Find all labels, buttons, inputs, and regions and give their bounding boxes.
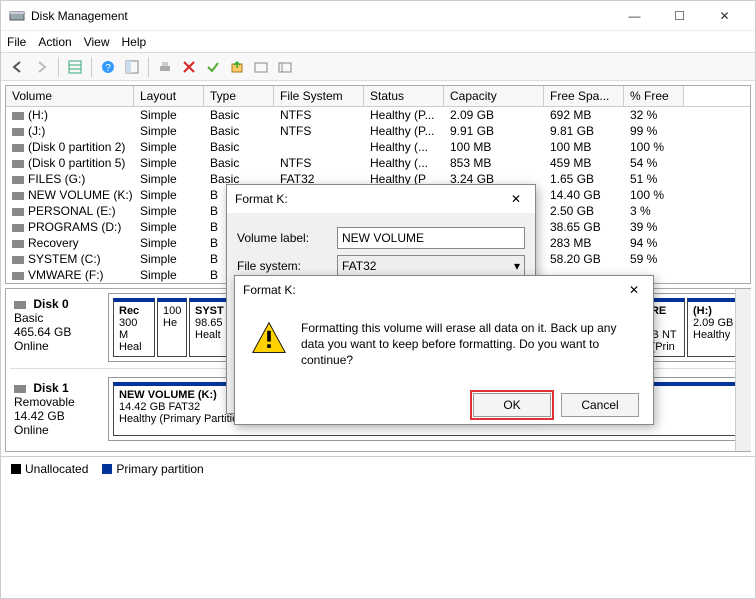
menu-action[interactable]: Action xyxy=(38,35,71,49)
window-title: Disk Management xyxy=(31,9,612,23)
app-icon xyxy=(9,8,25,24)
col-type[interactable]: Type xyxy=(204,86,274,106)
legend-primary: Primary partition xyxy=(116,462,203,476)
menu-help[interactable]: Help xyxy=(122,35,147,49)
close-button[interactable]: ✕ xyxy=(702,2,747,30)
view-icon[interactable] xyxy=(121,56,143,78)
disk-icon xyxy=(14,301,26,309)
confirm-dialog: Format K: ✕ Formatting this volume will … xyxy=(234,275,654,425)
col-layout[interactable]: Layout xyxy=(134,86,204,106)
volume-label-label: Volume label: xyxy=(237,231,337,245)
check-icon[interactable] xyxy=(202,56,224,78)
maximize-button[interactable]: ☐ xyxy=(657,2,702,30)
window-titlebar: Disk Management — ☐ ✕ xyxy=(1,1,755,31)
col-capacity[interactable]: Capacity xyxy=(444,86,544,106)
volume-list-header: Volume Layout Type File System Status Ca… xyxy=(6,86,750,107)
format-dialog-titlebar: Format K: ✕ xyxy=(227,185,535,213)
disk1-label: Disk 1 Removable 14.42 GB Online xyxy=(10,377,100,441)
partition[interactable]: 100He xyxy=(157,298,187,357)
table-row[interactable]: (Disk 0 partition 5)SimpleBasicNTFSHealt… xyxy=(6,155,750,171)
disk-icon xyxy=(14,385,26,393)
view-list-icon[interactable] xyxy=(64,56,86,78)
vertical-scrollbar[interactable] xyxy=(735,289,751,451)
settings-icon[interactable] xyxy=(250,56,272,78)
back-button[interactable] xyxy=(7,56,29,78)
partition[interactable]: (H:)2.09 GBHealthy xyxy=(687,298,741,357)
col-free[interactable]: Free Spa... xyxy=(544,86,624,106)
table-row[interactable]: (J:)SimpleBasicNTFSHealthy (P...9.91 GB9… xyxy=(6,123,750,139)
warning-icon xyxy=(251,320,287,369)
table-row[interactable]: (H:)SimpleBasicNTFSHealthy (P...2.09 GB6… xyxy=(6,107,750,123)
file-system-select[interactable]: FAT32 ▾ xyxy=(337,255,525,277)
format-dialog-close-icon[interactable]: ✕ xyxy=(505,192,527,206)
action-icon[interactable] xyxy=(226,56,248,78)
ok-button[interactable]: OK xyxy=(473,393,551,417)
help-icon[interactable]: ? xyxy=(97,56,119,78)
properties-icon[interactable] xyxy=(154,56,176,78)
disk0-label: Disk 0 Basic 465.64 GB Online xyxy=(10,293,100,362)
file-system-label: File system: xyxy=(237,259,337,273)
volume-label-input[interactable] xyxy=(337,227,525,249)
table-row[interactable]: (Disk 0 partition 2)SimpleBasicHealthy (… xyxy=(6,139,750,155)
confirm-dialog-titlebar: Format K: ✕ xyxy=(235,276,653,304)
svg-text:?: ? xyxy=(105,63,111,74)
menu-bar: File Action View Help xyxy=(1,31,755,53)
toolbar: ? xyxy=(1,53,755,81)
col-status[interactable]: Status xyxy=(364,86,444,106)
col-pctfree[interactable]: % Free xyxy=(624,86,684,106)
menu-view[interactable]: View xyxy=(84,35,110,49)
forward-button[interactable] xyxy=(31,56,53,78)
col-volume[interactable]: Volume xyxy=(6,86,134,106)
format-dialog-title: Format K: xyxy=(235,192,505,206)
confirm-dialog-title: Format K: xyxy=(243,283,623,297)
menu-file[interactable]: File xyxy=(7,35,26,49)
col-filesystem[interactable]: File System xyxy=(274,86,364,106)
partition[interactable]: Rec300 MHeal xyxy=(113,298,155,357)
legend-unallocated: Unallocated xyxy=(25,462,88,476)
minimize-button[interactable]: — xyxy=(612,2,657,30)
list-icon[interactable] xyxy=(274,56,296,78)
confirm-message: Formatting this volume will erase all da… xyxy=(301,320,637,369)
chevron-down-icon: ▾ xyxy=(514,259,520,273)
confirm-dialog-close-icon[interactable]: ✕ xyxy=(623,283,645,297)
delete-icon[interactable] xyxy=(178,56,200,78)
cancel-button[interactable]: Cancel xyxy=(561,393,639,417)
legend: Unallocated Primary partition xyxy=(1,456,755,480)
